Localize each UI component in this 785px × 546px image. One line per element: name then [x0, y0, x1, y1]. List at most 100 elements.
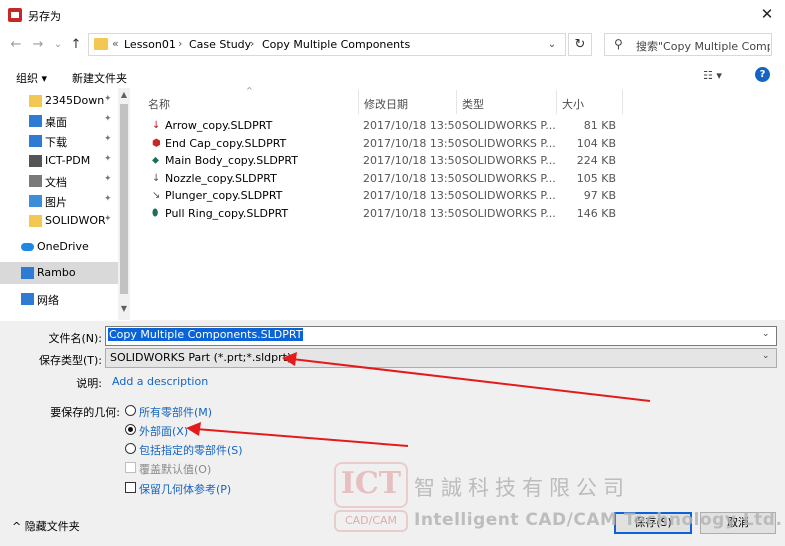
pin-icon[interactable]: ✦	[104, 94, 112, 104]
company-name-english-watermark: Intelligent CAD/CAM Technology Ltd.	[414, 510, 783, 530]
breadcrumb-separator: ›	[250, 37, 255, 50]
breadcrumb-item[interactable]: Copy Multiple Components	[262, 38, 410, 51]
breadcrumb-overflow[interactable]: «	[112, 37, 119, 50]
breadcrumb-separator: ›	[178, 37, 183, 50]
file-row[interactable]: ↓ Nozzle_copy.SLDPRT 2017/10/18 13:50 SOLID…	[144, 170, 624, 187]
file-date: 2017/10/18 13:50	[363, 206, 462, 220]
option-all-components[interactable]: 所有零部件(M)	[139, 404, 212, 420]
search-input[interactable]: 搜索"Copy Multiple Comp...	[636, 38, 770, 54]
part-file-icon: ↓	[152, 120, 161, 131]
sidebar-item[interactable]: ICT-PDM ✦	[0, 150, 118, 172]
cloud-icon	[21, 243, 34, 251]
file-size: 81 KB	[583, 119, 616, 132]
column-header-size[interactable]: 大小	[562, 96, 584, 114]
column-divider[interactable]	[622, 90, 623, 114]
up-folder-icon[interactable]: ↑	[68, 36, 84, 54]
file-name: Plunger_copy.SLDPRT	[165, 189, 283, 202]
pin-icon[interactable]: ✦	[104, 194, 112, 204]
keep-geometry-reference-label[interactable]: 保留几何体参考(P)	[139, 481, 231, 497]
column-header-date[interactable]: 修改日期	[364, 96, 408, 114]
sidebar-item[interactable]: 2345Downlc✦	[0, 90, 118, 112]
help-icon[interactable]: ?	[755, 67, 770, 82]
file-name: Nozzle_copy.SLDPRT	[165, 171, 277, 185]
pin-icon[interactable]: ✦	[104, 114, 112, 124]
sidebar-item[interactable]: SOLIDWORI ✦	[0, 210, 118, 232]
new-folder-button[interactable]: 新建文件夹	[72, 70, 127, 86]
sidebar-item-label: 下载	[45, 136, 67, 149]
view-options-button[interactable]: ☷ ▾	[703, 69, 722, 82]
part-file-icon: ⬮	[152, 207, 159, 219]
column-divider[interactable]	[358, 90, 359, 114]
radio-specified-components[interactable]	[125, 443, 136, 454]
part-file-icon: ⬥	[152, 155, 159, 166]
filetype-value[interactable]: SOLIDWORKS Part (*.prt;*.sldprt)	[110, 351, 291, 364]
file-date: 2017/10/18 13:50	[363, 119, 462, 132]
file-size: 146 KB	[576, 206, 616, 220]
part-file-icon: ⬢	[152, 137, 161, 149]
recent-locations-icon[interactable]: ⌄	[50, 36, 66, 54]
file-size: 104 KB	[576, 136, 616, 150]
sidebar-item-label: 图片	[45, 196, 67, 209]
part-file-icon: ↓	[152, 172, 161, 184]
column-divider[interactable]	[556, 90, 557, 114]
filename-input[interactable]: Copy Multiple Components.SLDPRT	[108, 328, 304, 341]
file-row[interactable]: ↘ Plunger_copy.SLDPRT 2017/10/18 13:50 SOLI…	[144, 187, 624, 204]
filename-label: 文件名(N):	[48, 332, 102, 345]
picture-icon	[29, 195, 42, 207]
scroll-down-arrow-icon[interactable]: ▼	[118, 304, 130, 316]
chevron-down-icon[interactable]: ⌄	[762, 351, 770, 361]
file-type: SOLIDWORKS P...	[462, 206, 556, 220]
sidebar-item-label: OneDrive	[37, 240, 89, 253]
pin-icon[interactable]: ✦	[104, 174, 112, 184]
breadcrumb-item[interactable]: Case Study	[189, 38, 251, 51]
keep-geometry-reference-checkbox[interactable]	[125, 482, 136, 493]
forward-arrow-icon[interactable]: →	[30, 36, 46, 54]
radio-exterior-faces[interactable]	[125, 424, 136, 435]
sidebar-item[interactable]: 图片 ✦	[0, 190, 118, 212]
radio-all-components[interactable]	[125, 405, 136, 416]
organize-button[interactable]: 组织 ▾	[16, 70, 47, 86]
sidebar-item[interactable]: 网络	[0, 288, 118, 310]
back-arrow-icon[interactable]: ←	[8, 36, 24, 54]
file-date: 2017/10/18 13:50	[363, 136, 462, 150]
breadcrumb-item[interactable]: Lesson01	[124, 38, 176, 51]
chevron-down-icon[interactable]: ⌄	[762, 329, 770, 339]
pin-icon[interactable]: ✦	[104, 134, 112, 144]
option-exterior-faces[interactable]: 外部面(X)	[139, 423, 188, 439]
document-icon	[29, 175, 42, 187]
pin-icon[interactable]: ✦	[104, 154, 112, 164]
title-bar	[0, 0, 785, 30]
sidebar-item[interactable]: OneDrive	[0, 236, 118, 258]
sidebar-item[interactable]: 文档 ✦	[0, 170, 118, 192]
file-row[interactable]: ↓ Arrow_copy.SLDPRT 2017/10/18 13:50 SOLIDW…	[144, 117, 624, 134]
nav-scrollbar-thumb[interactable]	[120, 104, 128, 294]
file-date: 2017/10/18 13:50	[363, 171, 462, 185]
pin-icon[interactable]: ✦	[104, 214, 112, 224]
sort-ascending-icon: ^	[246, 86, 253, 95]
file-date: 2017/10/18 13:50	[363, 189, 462, 202]
part-file-icon: ↘	[152, 190, 161, 201]
column-divider[interactable]	[456, 90, 457, 114]
file-row[interactable]: ⬮ Pull Ring_copy.SLDPRT 2017/10/18 13:50 SO…	[144, 205, 624, 222]
hide-folders-toggle[interactable]: ^ 隐藏文件夹	[12, 518, 80, 534]
column-header-type[interactable]: 类型	[462, 96, 484, 114]
sidebar-item[interactable]: 桌面 ✦	[0, 110, 118, 132]
close-button[interactable]: ✕	[755, 4, 779, 26]
sidebar-item[interactable]: 下载 ✦	[0, 130, 118, 152]
sidebar-item-label: 桌面	[45, 116, 67, 129]
file-row[interactable]: ⬢ End Cap_copy.SLDPRT 2017/10/18 13:50 SOLI…	[144, 135, 624, 152]
sidebar-item[interactable]: Rambo	[0, 262, 118, 284]
file-size: 224 KB	[576, 154, 616, 167]
refresh-button[interactable]: ↻	[568, 33, 592, 56]
file-type: SOLIDWORKS P...	[462, 136, 556, 150]
scroll-up-arrow-icon[interactable]: ▲	[118, 90, 130, 102]
override-defaults-checkbox[interactable]	[125, 462, 136, 473]
option-specified-components[interactable]: 包括指定的零部件(S)	[139, 442, 243, 458]
ict-logo-watermark: ICT	[334, 462, 408, 508]
address-dropdown-icon[interactable]: ⌄	[544, 36, 560, 54]
column-header-name[interactable]: 名称	[148, 96, 170, 114]
add-description-link[interactable]: Add a description	[112, 375, 208, 388]
file-type: SOLIDWORKS P...	[462, 171, 556, 185]
override-defaults-label: 覆盖默认值(O)	[139, 463, 212, 476]
file-row[interactable]: ⬥ Main Body_copy.SLDPRT 2017/10/18 13:50 SO…	[144, 152, 624, 169]
